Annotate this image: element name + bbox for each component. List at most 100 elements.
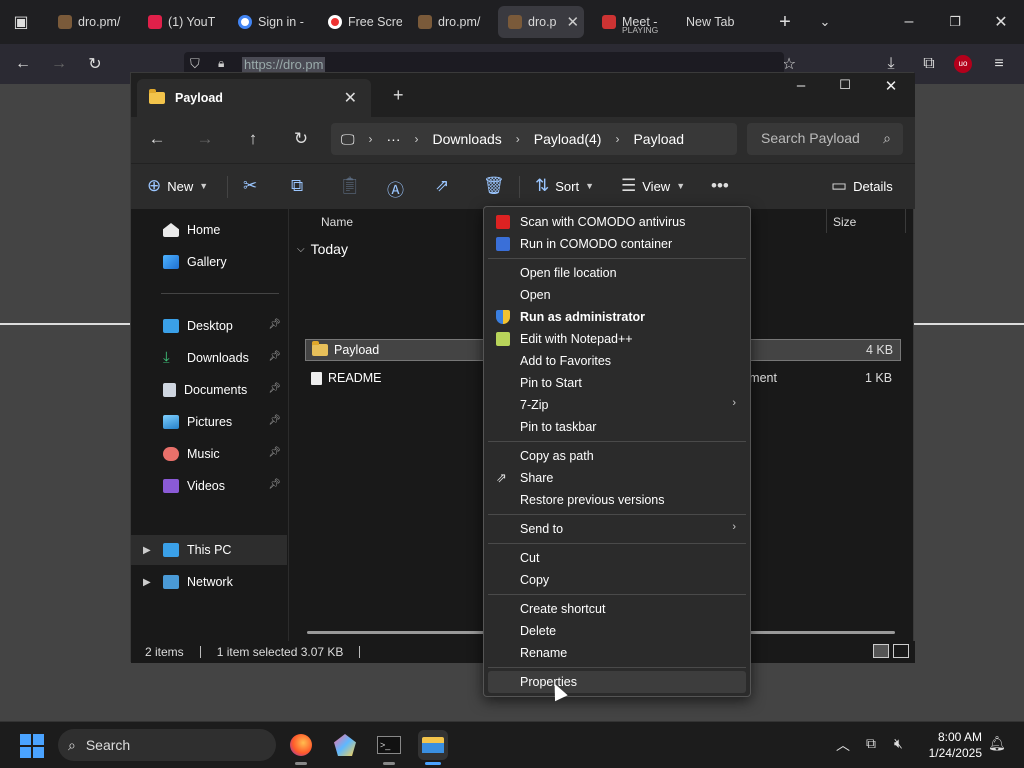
maximize-icon[interactable]: ☐	[825, 77, 865, 93]
menu-item-7zip[interactable]: 7-Zip ›	[488, 394, 746, 416]
pin-icon[interactable]: 📌︎	[268, 479, 281, 490]
chevron-right-icon[interactable]: ▶	[143, 577, 151, 588]
file-explorer-taskbar-icon[interactable]	[418, 730, 448, 765]
browser-tab[interactable]: (1) YouT	[138, 6, 224, 38]
menu-item-create-shortcut[interactable]: Create shortcut	[488, 598, 746, 620]
forward-arrow-icon[interactable]: →	[193, 129, 217, 149]
system-clock[interactable]: 8:00 AM 1/24/2025	[920, 729, 982, 761]
breadcrumb-payload[interactable]: Payload	[633, 131, 684, 147]
windows-start-icon[interactable]	[20, 734, 44, 758]
back-icon[interactable]: ←	[8, 49, 38, 79]
ellipsis-icon[interactable]: ···	[387, 131, 401, 147]
nav-item-desktop[interactable]: Desktop 📌︎	[131, 311, 287, 341]
column-divider[interactable]	[826, 209, 827, 233]
nav-item-documents[interactable]: Documents 📌︎	[131, 375, 287, 405]
pin-icon[interactable]: 📌︎	[268, 415, 281, 426]
menu-item-rename[interactable]: Rename	[488, 642, 746, 664]
more-options-button[interactable]: •••	[711, 176, 729, 196]
column-header-size[interactable]: Size	[833, 209, 856, 235]
back-arrow-icon[interactable]: ←	[145, 129, 169, 149]
menu-item-add-to-favorites[interactable]: Add to Favorites	[488, 350, 746, 372]
firefox-taskbar-icon[interactable]	[286, 730, 316, 765]
details-button[interactable]: ▭ Details	[831, 176, 893, 196]
app-hexagon-taskbar-icon[interactable]	[330, 730, 360, 760]
view-button[interactable]: ☰ View ▼	[621, 176, 685, 196]
sort-button[interactable]: ⇅ Sort ▼	[535, 176, 594, 196]
close-window-icon[interactable]: ✕	[871, 77, 911, 95]
nav-item-music[interactable]: Music 📌︎	[131, 439, 287, 469]
volume-muted-icon[interactable]: 🔇︎	[894, 735, 903, 752]
menu-item-pin-to-taskbar[interactable]: Pin to taskbar	[488, 416, 746, 438]
new-explorer-tab-icon[interactable]: +	[393, 85, 404, 106]
delete-button[interactable]: 🗑︎	[483, 176, 505, 196]
menu-item-run-comodo-container[interactable]: Run in COMODO container	[488, 233, 746, 255]
browser-tab[interactable]: Sign in -	[228, 6, 312, 38]
rename-button[interactable]: Ⓐ	[387, 176, 404, 201]
pin-icon[interactable]: 📌︎	[268, 351, 281, 362]
column-divider[interactable]	[905, 209, 906, 233]
refresh-icon[interactable]: ↻	[289, 129, 313, 149]
nav-item-pictures[interactable]: Pictures 📌︎	[131, 407, 287, 437]
column-header-name[interactable]: Name	[321, 209, 353, 235]
new-tab-icon[interactable]: +	[770, 7, 800, 37]
minimize-browser-icon[interactable]: –	[894, 7, 924, 37]
new-button[interactable]: ⊕ New ▼	[147, 176, 208, 196]
breadcrumb[interactable]: 🖵︎ › ··· › Downloads › Payload(4) › Payl…	[331, 123, 737, 155]
terminal-taskbar-icon[interactable]: >_	[374, 730, 404, 765]
menu-item-scan-comodo[interactable]: Scan with COMODO antivirus	[488, 211, 746, 233]
menu-hamburger-icon[interactable]: ≡	[984, 49, 1014, 79]
browser-tab[interactable]: dro.pm/	[408, 6, 492, 38]
extensions-icon[interactable]: ⧉	[914, 49, 944, 79]
tab-list-chevron-icon[interactable]: ⌄	[810, 7, 840, 37]
browser-tab[interactable]: Free Scre	[318, 6, 402, 38]
browser-tab-active[interactable]: dro.p ✕	[498, 6, 584, 38]
up-arrow-icon[interactable]: ↑	[241, 129, 265, 149]
menu-item-cut[interactable]: Cut	[488, 547, 746, 569]
menu-item-properties[interactable]: Properties	[488, 671, 746, 693]
cut-button[interactable]: ✂	[243, 176, 257, 196]
nav-item-gallery[interactable]: Gallery	[131, 247, 287, 277]
nav-item-downloads[interactable]: ⤓ Downloads 📌︎	[131, 343, 287, 373]
nav-item-network[interactable]: ▶ Network	[131, 567, 287, 597]
browser-tab[interactable]: dro.pm/	[48, 6, 132, 38]
group-header-today[interactable]: ⌵ Today	[297, 241, 348, 257]
restore-browser-icon[interactable]: ❐	[940, 7, 970, 37]
minimize-icon[interactable]: –	[781, 77, 821, 94]
menu-item-edit-notepadpp[interactable]: Edit with Notepad++	[488, 328, 746, 350]
search-input[interactable]: Search Payload ⌕	[747, 123, 903, 155]
breadcrumb-payload4[interactable]: Payload(4)	[534, 131, 602, 147]
menu-item-run-as-admin[interactable]: Run as administrator	[488, 306, 746, 328]
menu-item-open[interactable]: Open	[488, 284, 746, 306]
notification-bell-icon[interactable]: 🔔︎	[988, 735, 1006, 752]
close-tab-icon[interactable]: ✕	[567, 13, 580, 31]
close-browser-icon[interactable]: ✕	[986, 7, 1016, 37]
pin-icon[interactable]: 📌︎	[268, 383, 281, 394]
forward-icon[interactable]: →	[44, 49, 74, 79]
menu-item-pin-to-start[interactable]: Pin to Start	[488, 372, 746, 394]
ublock-icon[interactable]: uo	[948, 49, 978, 79]
explorer-tab[interactable]: Payload ✕	[137, 79, 371, 117]
tab-overview-icon[interactable]: ▣	[6, 7, 36, 37]
browser-tab[interactable]: Meet - PLAYING	[592, 6, 672, 38]
menu-item-copy-as-path[interactable]: Copy as path	[488, 445, 746, 467]
browser-tab[interactable]: New Tab	[676, 6, 766, 38]
breadcrumb-downloads[interactable]: Downloads	[433, 131, 502, 147]
display-icon[interactable]: ⧉	[866, 735, 876, 752]
nav-item-videos[interactable]: Videos 📌︎	[131, 471, 287, 501]
paste-button[interactable]: 📋︎	[339, 176, 361, 196]
menu-item-copy[interactable]: Copy	[488, 569, 746, 591]
menu-item-send-to[interactable]: Send to ›	[488, 518, 746, 540]
copy-button[interactable]: ⧉	[291, 176, 303, 196]
details-view-icon[interactable]	[873, 644, 889, 658]
pin-icon[interactable]: 📌︎	[268, 447, 281, 458]
pin-icon[interactable]: 📌︎	[268, 319, 281, 330]
close-explorer-tab-icon[interactable]: ✕	[344, 88, 357, 108]
chevron-up-icon[interactable]: ︿	[836, 735, 850, 755]
menu-item-delete[interactable]: Delete	[488, 620, 746, 642]
tiles-view-icon[interactable]	[893, 644, 909, 658]
chevron-right-icon[interactable]: ▶	[143, 545, 151, 556]
menu-item-share[interactable]: ⇗ Share	[488, 467, 746, 489]
menu-item-restore-versions[interactable]: Restore previous versions	[488, 489, 746, 511]
menu-item-open-file-location[interactable]: Open file location	[488, 262, 746, 284]
nav-item-this-pc[interactable]: ▶ This PC	[131, 535, 287, 565]
